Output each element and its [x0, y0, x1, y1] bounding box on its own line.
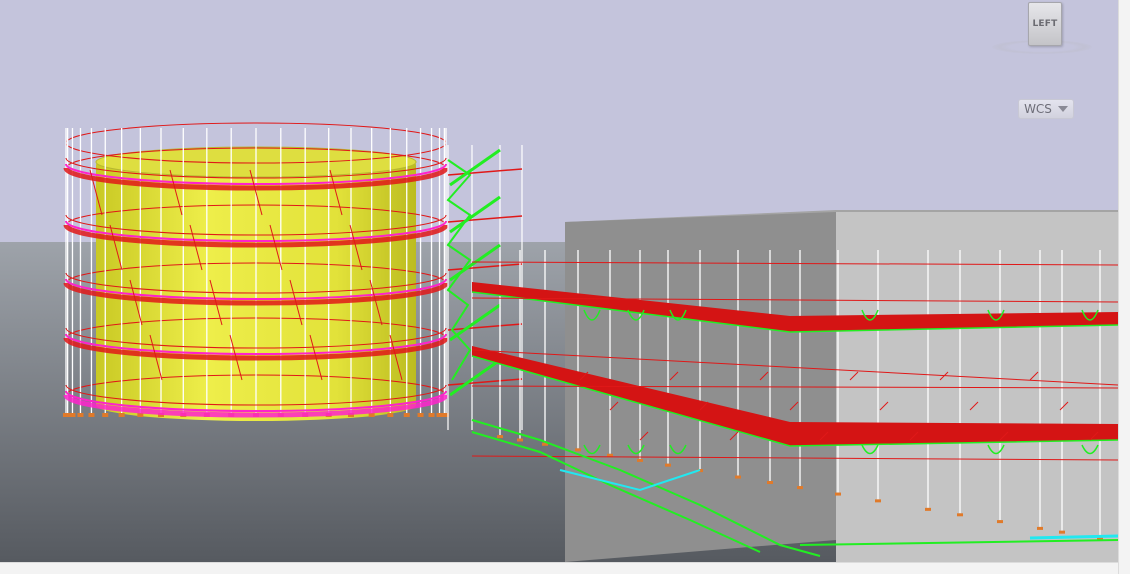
building-base-plate: [517, 438, 523, 442]
building-base-plate: [637, 458, 643, 462]
3d-viewport[interactable]: [0, 0, 1118, 562]
building-base-plate: [957, 513, 963, 517]
building-base-plate: [997, 520, 1003, 524]
tank-base-plate: [387, 413, 394, 417]
vertical-scrollbar[interactable]: [1118, 0, 1130, 574]
tank-base-plate: [118, 413, 125, 417]
tank-base-plate: [77, 413, 84, 417]
tank-base-plate: [69, 413, 76, 417]
building-base-plate: [797, 486, 803, 490]
wcs-label: WCS: [1024, 102, 1052, 116]
building-base-cyan: [1029, 534, 1118, 540]
building-base-plate: [767, 481, 773, 484]
building-base-plate: [497, 435, 503, 439]
tank-base-plate: [403, 413, 410, 417]
building-base-plate: [875, 499, 881, 503]
building-base-plate: [575, 448, 581, 452]
building-base-plate: [1037, 526, 1043, 530]
viewcube[interactable]: LEFT: [992, 2, 1092, 58]
horizontal-scrollbar[interactable]: [0, 562, 1118, 574]
viewcube-face-left[interactable]: LEFT: [1028, 2, 1062, 46]
scene-canvas[interactable]: [0, 0, 1118, 562]
wcs-menu-button[interactable]: WCS: [1018, 99, 1074, 119]
building-base-plate: [665, 463, 671, 467]
tank-base-plate: [417, 413, 424, 417]
tank-base-plate: [368, 413, 375, 417]
tank-base-plate: [428, 413, 435, 417]
building-base-plate: [925, 507, 931, 511]
building-base-plate: [735, 475, 741, 479]
building-base-plate: [835, 492, 841, 496]
tank-base-plate: [137, 413, 144, 417]
tank-base-plate: [88, 413, 95, 417]
chevron-down-icon: [1057, 106, 1068, 112]
tank-base-plate: [102, 413, 109, 417]
building-base-plate: [1059, 530, 1065, 534]
